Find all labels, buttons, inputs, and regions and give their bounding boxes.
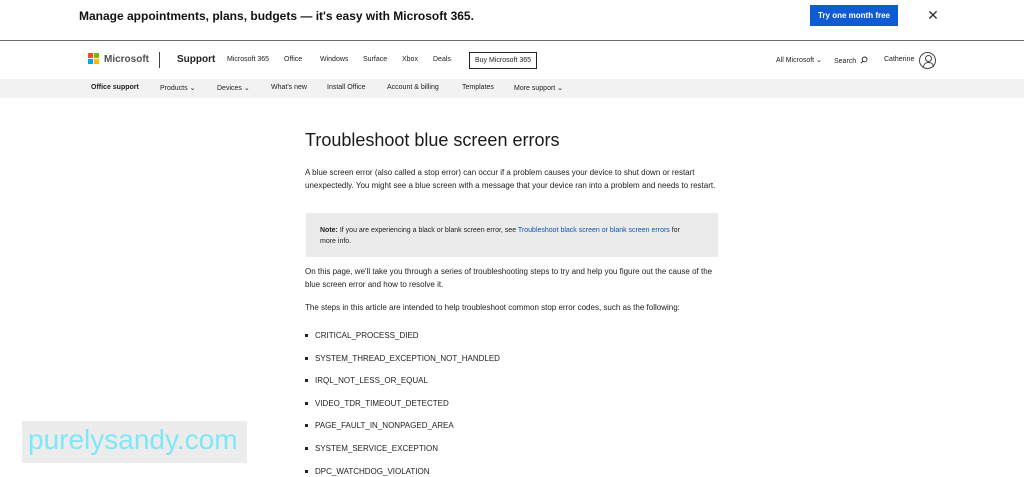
- nav-office[interactable]: Office: [284, 56, 302, 63]
- overview-paragraph: On this page, we'll take you through a s…: [305, 267, 713, 289]
- subnav-office-support[interactable]: Office support: [91, 84, 139, 91]
- nav-windows[interactable]: Windows: [320, 56, 348, 63]
- list-item: PAGE_FAULT_IN_NONPAGED_AREA: [305, 419, 500, 442]
- page-title: Troubleshoot blue screen errors: [305, 130, 560, 150]
- header-divider: [159, 52, 160, 68]
- subnav-templates[interactable]: Templates: [462, 84, 494, 91]
- note-body: If you are experiencing a black or blank…: [337, 227, 518, 234]
- note-label: Note:: [320, 227, 338, 234]
- nav-microsoft-365[interactable]: Microsoft 365: [227, 56, 269, 63]
- subnav-products[interactable]: Products ⌄: [160, 84, 195, 92]
- support-link[interactable]: Support: [177, 54, 215, 65]
- list-item: SYSTEM_SERVICE_EXCEPTION: [305, 442, 500, 465]
- microsoft-logo-icon[interactable]: [88, 53, 100, 65]
- search-button[interactable]: Search: [834, 56, 868, 65]
- intro-paragraph: A blue screen error (also called a stop …: [305, 168, 716, 190]
- note-callout: Note: If you are experiencing a black or…: [306, 213, 718, 257]
- subnav-more-support[interactable]: More support ⌄: [514, 84, 563, 92]
- note-text: Note: If you are experiencing a black or…: [320, 225, 690, 247]
- buy-microsoft-365-button[interactable]: Buy Microsoft 365: [469, 52, 537, 69]
- subnav-account-billing[interactable]: Account & billing: [387, 84, 439, 91]
- list-item: DPC_WATCHDOG_VIOLATION: [305, 465, 500, 477]
- subnav-install-office[interactable]: Install Office: [327, 84, 365, 91]
- codes-intro-paragraph: The steps in this article are intended t…: [305, 303, 680, 312]
- list-item: IRQL_NOT_LESS_OR_EQUAL: [305, 374, 500, 397]
- all-microsoft-menu[interactable]: All Microsoft ⌄: [776, 56, 822, 64]
- black-screen-link[interactable]: Troubleshoot black screen or blank scree…: [518, 227, 670, 234]
- search-icon: [860, 56, 868, 64]
- user-name[interactable]: Catherine: [884, 56, 914, 63]
- list-item: SYSTEM_THREAD_EXCEPTION_NOT_HANDLED: [305, 352, 500, 375]
- search-label: Search: [834, 58, 857, 65]
- nav-deals[interactable]: Deals: [433, 56, 451, 63]
- promo-banner: Manage appointments, plans, budgets — it…: [0, 0, 1024, 41]
- subnav-whats-new[interactable]: What's new: [271, 84, 307, 91]
- list-item: CRITICAL_PROCESS_DIED: [305, 329, 500, 352]
- list-item: VIDEO_TDR_TIMEOUT_DETECTED: [305, 397, 500, 420]
- promo-text: Manage appointments, plans, budgets — it…: [79, 9, 474, 23]
- brand-name[interactable]: Microsoft: [104, 54, 149, 65]
- watermark-text: purelysandy.com: [28, 424, 238, 455]
- subnav-devices[interactable]: Devices ⌄: [217, 84, 250, 92]
- try-free-button[interactable]: Try one month free: [810, 5, 898, 26]
- nav-surface[interactable]: Surface: [363, 56, 387, 63]
- person-icon[interactable]: [919, 52, 936, 69]
- close-icon[interactable]: ✕: [926, 8, 940, 22]
- nav-xbox[interactable]: Xbox: [402, 56, 418, 63]
- stop-code-list: CRITICAL_PROCESS_DIED SYSTEM_THREAD_EXCE…: [305, 329, 500, 477]
- site-header: Microsoft Support Microsoft 365 Office W…: [0, 42, 1024, 79]
- sub-navigation: Office support Products ⌄ Devices ⌄ What…: [0, 79, 1024, 98]
